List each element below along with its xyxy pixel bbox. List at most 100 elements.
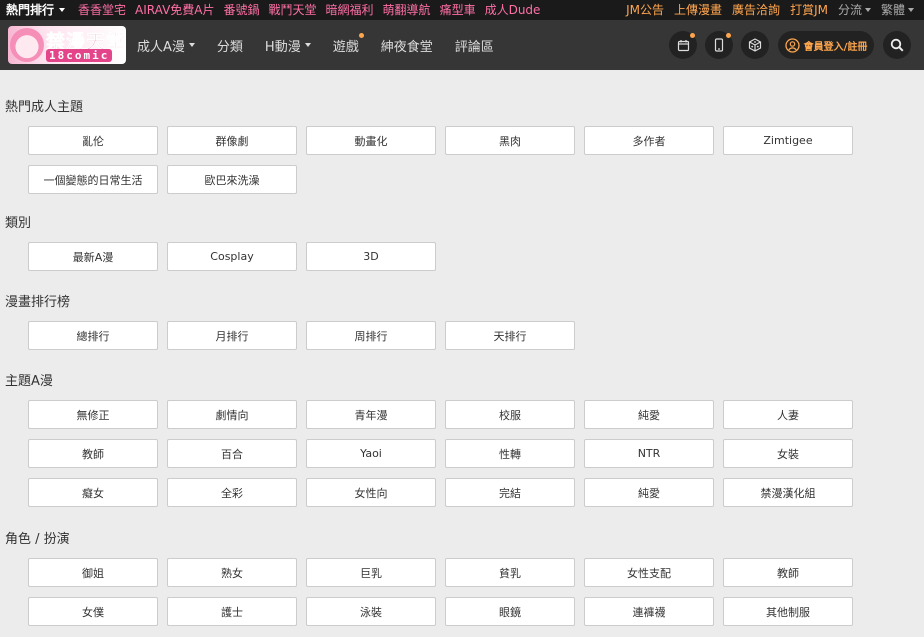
top-link[interactable]: 痛型車 — [440, 0, 476, 20]
tag-button[interactable]: 女性向 — [306, 478, 436, 507]
tag-button[interactable]: 泳裝 — [306, 597, 436, 626]
tag-button[interactable]: 女性支配 — [584, 558, 714, 587]
random-button[interactable] — [741, 31, 769, 59]
mobile-phone-icon — [714, 38, 724, 52]
tag-button[interactable]: Zimtigee — [723, 126, 853, 155]
dice-icon — [748, 38, 762, 52]
tag-button[interactable]: 女僕 — [28, 597, 158, 626]
login-label: 會員登入/註冊 — [803, 41, 868, 53]
nav-label: 評論區 — [454, 39, 494, 55]
tag-button[interactable]: 癡女 — [28, 478, 158, 507]
ad-contact-link[interactable]: 廣告洽詢 — [732, 0, 780, 20]
tag-button[interactable]: 無修正 — [28, 400, 158, 429]
tag-button[interactable]: 百合 — [167, 439, 297, 468]
section-title: 主題A漫 — [5, 374, 53, 389]
top-link[interactable]: AIRAV免費A片 — [135, 0, 214, 20]
tag-button[interactable]: NTR — [584, 439, 714, 468]
tag-button[interactable]: 最新A漫 — [28, 242, 158, 271]
nav-item-categories[interactable]: 分類 — [217, 36, 243, 55]
top-link[interactable]: 暗網福利 — [326, 0, 374, 20]
tag-button[interactable]: 劇情向 — [167, 400, 297, 429]
search-button[interactable] — [883, 31, 911, 59]
tag-button[interactable]: 連褲襪 — [584, 597, 714, 626]
tag-button[interactable]: 貧乳 — [445, 558, 575, 587]
top-bar: 熱門排行 香香堂宅 AIRAV免費A片 番號鍋 戰鬥天堂 暗網福利 萌翻導航 痛… — [0, 0, 924, 20]
top-link[interactable]: 萌翻導航 — [383, 0, 431, 20]
tag-button[interactable]: 巨乳 — [306, 558, 436, 587]
caret-down-icon — [908, 8, 914, 12]
section-title: 類別 — [5, 216, 32, 231]
main-nav: 成人A漫 分類 H動漫 遊戲 紳夜食堂 評論區 — [137, 20, 516, 70]
tag-button[interactable]: 純愛 — [584, 478, 714, 507]
top-link[interactable]: 戰鬥天堂 — [269, 0, 317, 20]
tag-button[interactable]: 全彩 — [167, 478, 297, 507]
tag-button[interactable]: 禁漫漢化組 — [723, 478, 853, 507]
login-register-button[interactable]: 會員登入/註冊 — [778, 31, 874, 59]
nav-label: 遊戲 — [332, 39, 359, 55]
tag-button[interactable]: 亂伦 — [28, 126, 158, 155]
tag-button[interactable]: 3D — [306, 242, 436, 271]
nav-item-adult-comics[interactable]: 成人A漫 — [137, 36, 195, 55]
upload-link[interactable]: 上傳漫畫 — [674, 0, 722, 20]
tag-button[interactable]: 眼鏡 — [445, 597, 575, 626]
tag-button[interactable]: Cosplay — [167, 242, 297, 271]
top-link[interactable]: 香香堂宅 — [78, 0, 126, 20]
tag-button[interactable]: 歐巴來洗澡 — [167, 165, 297, 194]
section-title: 角色 / 扮演 — [5, 532, 70, 547]
nav-item-games[interactable]: 遊戲 — [332, 32, 364, 55]
tag-button[interactable]: 純愛 — [584, 400, 714, 429]
category-content: 熱門成人主題亂伦 群像劇 動畫化 黑肉 多作者 Zimtigee 一個變態的日常生活 歐巴來洗… — [0, 70, 924, 637]
section-title: 熱門成人主題 — [5, 100, 84, 115]
top-link[interactable]: 番號鍋 — [224, 0, 260, 20]
notification-dot — [690, 33, 695, 38]
notification-dot — [726, 33, 731, 38]
split-menu[interactable]: 分流 — [838, 0, 871, 20]
donate-link[interactable]: 打賞JM — [790, 0, 828, 20]
tag-button[interactable]: 一個變態的日常生活 — [28, 165, 158, 194]
tag-button[interactable]: 黑肉 — [445, 126, 575, 155]
nav-item-h-anime[interactable]: H動漫 — [265, 36, 311, 55]
tag-button[interactable]: Yaoi — [306, 439, 436, 468]
tag-button[interactable]: 天排行 — [445, 321, 575, 350]
nav-label: H動漫 — [264, 39, 301, 55]
mobile-button[interactable] — [705, 31, 733, 59]
tag-button[interactable]: 御姐 — [28, 558, 158, 587]
section-title: 漫畫排行榜 — [5, 295, 71, 310]
caret-down-icon — [59, 8, 66, 12]
tag-button[interactable]: 性轉 — [445, 439, 575, 468]
tag-button[interactable]: 教師 — [28, 439, 158, 468]
calendar-icon — [677, 39, 689, 51]
tag-button[interactable]: 周排行 — [306, 321, 436, 350]
tag-button[interactable]: 動畫化 — [306, 126, 436, 155]
caret-down-icon — [304, 43, 311, 47]
tag-button[interactable]: 人妻 — [723, 400, 853, 429]
tag-button[interactable]: 月排行 — [167, 321, 297, 350]
top-rank-label: 熱門排行 — [6, 3, 55, 17]
nav-label: 紳夜食堂 — [380, 39, 433, 55]
tag-button[interactable]: 完結 — [445, 478, 575, 507]
tag-button[interactable]: 護士 — [167, 597, 297, 626]
nav-item-gentleman-canteen[interactable]: 紳夜食堂 — [381, 36, 433, 55]
site-logo[interactable]: 禁漫天堂 18comic — [8, 26, 126, 64]
top-rank-menu[interactable]: 熱門排行 — [0, 0, 69, 20]
nav-item-comments[interactable]: 評論區 — [455, 36, 494, 55]
logo-subtitle: 18comic — [46, 49, 113, 62]
caret-down-icon — [864, 8, 871, 12]
tag-button[interactable]: 總排行 — [28, 321, 158, 350]
tag-button[interactable]: 青年漫 — [306, 400, 436, 429]
tag-button[interactable]: 熟女 — [167, 558, 297, 587]
tag-button[interactable]: 群像劇 — [167, 126, 297, 155]
tag-button[interactable]: 女裝 — [723, 439, 853, 468]
caret-down-icon — [188, 43, 195, 47]
announcement-link[interactable]: JM公告 — [626, 0, 664, 20]
tag-button[interactable]: 多作者 — [584, 126, 714, 155]
calendar-button[interactable] — [669, 31, 697, 59]
tag-button[interactable]: 教師 — [723, 558, 853, 587]
mascot-icon — [10, 28, 44, 62]
top-link[interactable]: 成人Dude — [485, 0, 541, 20]
tag-button[interactable]: 校服 — [445, 400, 575, 429]
language-label: 繁體 — [880, 3, 905, 17]
search-icon — [890, 38, 904, 52]
language-menu[interactable]: 繁體 — [881, 0, 914, 20]
tag-button[interactable]: 其他制服 — [723, 597, 853, 626]
